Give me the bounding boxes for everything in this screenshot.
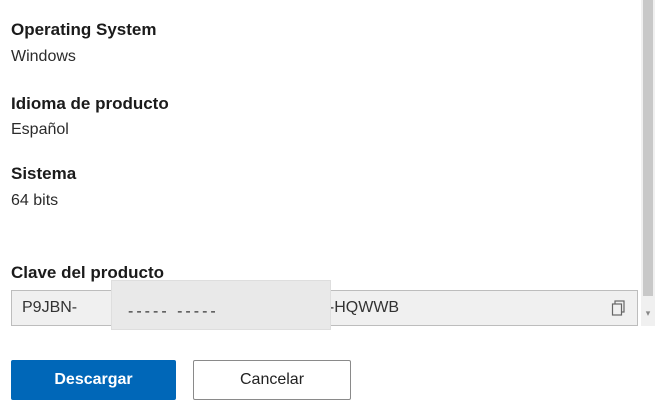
redaction-mask: ----- ----- [128, 303, 219, 320]
os-value: Windows [11, 48, 76, 65]
os-label: Operating System [11, 20, 157, 39]
scrollbar-thumb[interactable] [643, 0, 653, 296]
download-button[interactable]: Descargar [11, 360, 176, 400]
language-value: Español [11, 121, 69, 138]
language-label: Idioma de producto [11, 94, 169, 113]
system-label: Sistema [11, 164, 77, 183]
product-key-suffix: 4-HQWWB [320, 299, 400, 316]
copy-icon[interactable] [610, 299, 628, 317]
scroll-down-arrow-icon[interactable]: ▾ [643, 308, 653, 318]
redaction-overlay: ----- ----- [111, 280, 331, 330]
system-value: 64 bits [11, 192, 59, 209]
vertical-scrollbar[interactable]: ▾ [641, 0, 655, 326]
product-details-panel: Operating System Windows Idioma de produ… [0, 0, 655, 400]
product-key-prefix: P9JBN- [22, 299, 78, 316]
cancel-button[interactable]: Cancelar [193, 360, 351, 400]
